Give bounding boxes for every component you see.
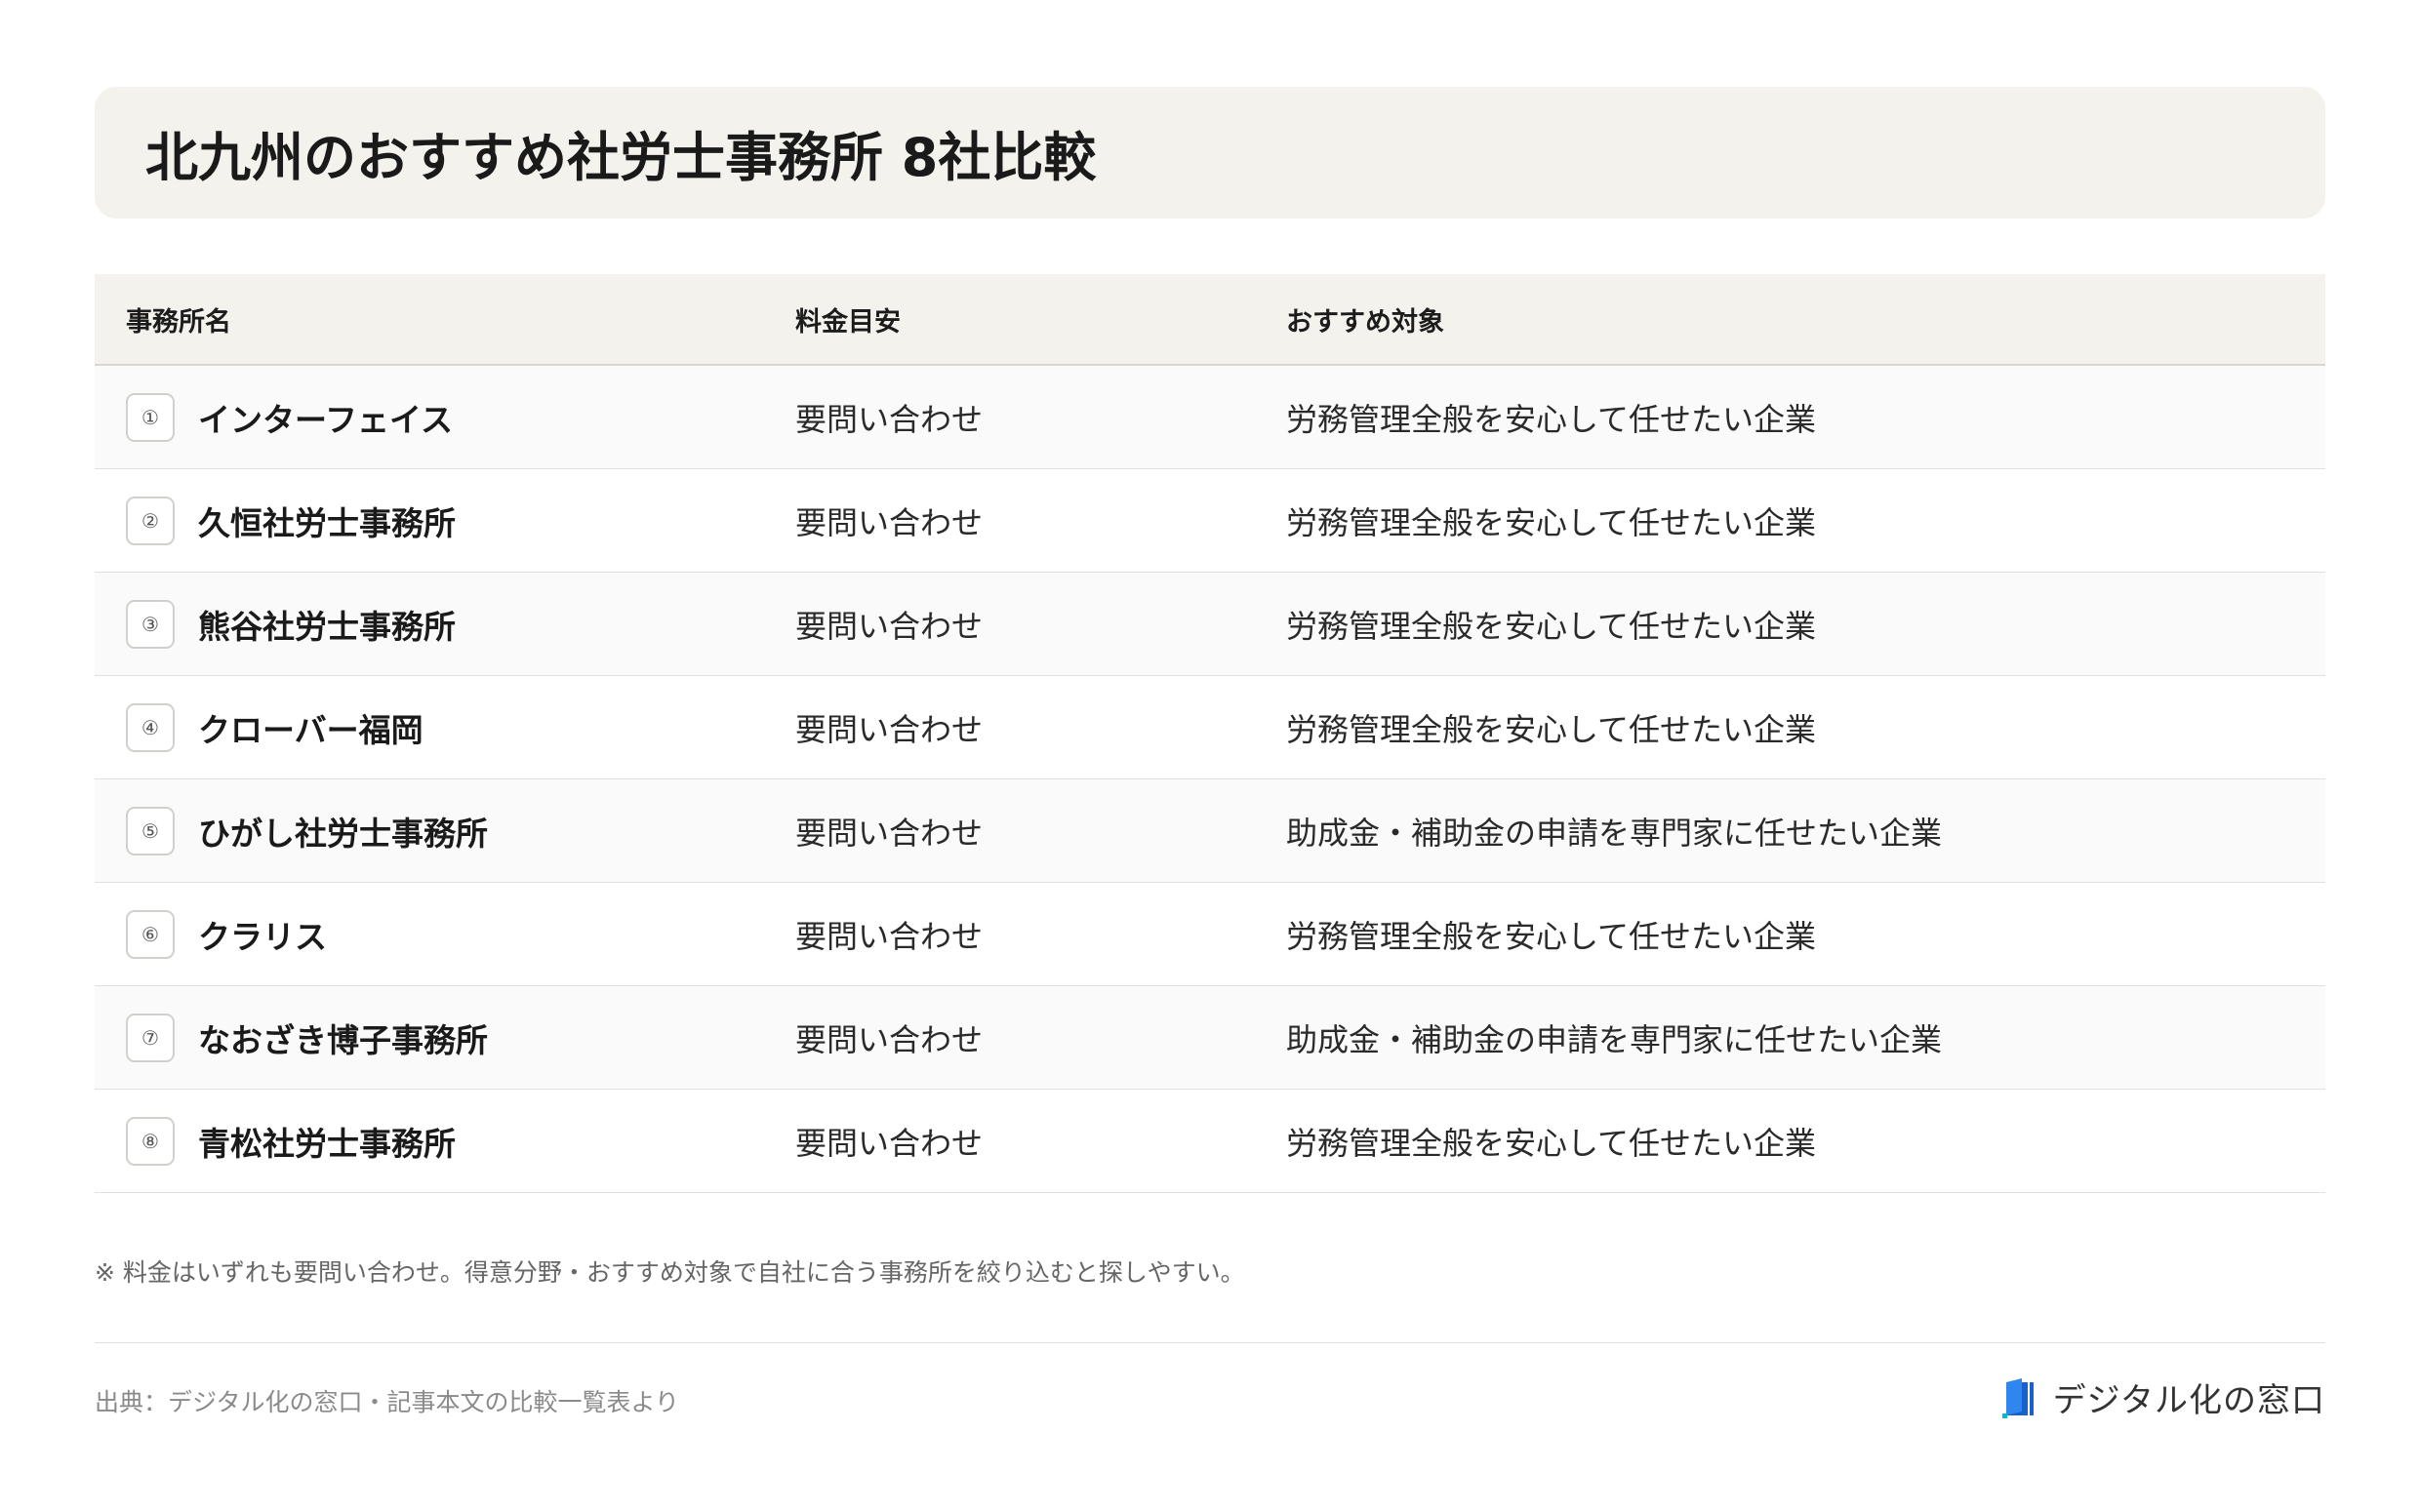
row-number-badge: ⑤ <box>126 806 175 855</box>
footer-divider <box>95 1342 2325 1343</box>
table-row: ① インターフェイス 要問い合わせ 労務管理全般を安心して任せたい企業 <box>95 366 2325 469</box>
table-row: ② 久恒社労士事務所 要問い合わせ 労務管理全般を安心して任せたい企業 <box>95 469 2325 573</box>
table-row: ⑥ クラリス 要問い合わせ 労務管理全般を安心して任せたい企業 <box>95 883 2325 986</box>
table-row: ⑦ なおざき博子事務所 要問い合わせ 助成金・補助金の申請を専門家に任せたい企業 <box>95 986 2325 1090</box>
target-cell: 労務管理全般を安心して任せたい企業 <box>1286 710 1817 748</box>
header-target: おすすめ対象 <box>1286 306 1444 338</box>
fee-cell: 要問い合わせ <box>795 1020 984 1058</box>
target-cell: 労務管理全般を安心して任せたい企業 <box>1286 400 1817 438</box>
fee-cell: 要問い合わせ <box>795 503 984 541</box>
row-number-badge: ⑧ <box>126 1116 175 1166</box>
fee-cell: 要問い合わせ <box>795 917 984 955</box>
row-number-badge: ② <box>126 496 175 545</box>
row-number-badge: ① <box>126 392 175 442</box>
table-row: ⑤ ひがし社労士事務所 要問い合わせ 助成金・補助金の申請を専門家に任せたい企業 <box>95 779 2325 883</box>
row-number-badge: ④ <box>126 702 175 752</box>
office-name: なおざき博子事務所 <box>198 1020 488 1059</box>
table-row: ③ 熊谷社労士事務所 要問い合わせ 労務管理全般を安心して任せたい企業 <box>95 573 2325 676</box>
target-cell: 労務管理全般を安心して任せたい企業 <box>1286 607 1817 645</box>
header-name: 事務所名 <box>126 306 231 338</box>
office-name: クラリス <box>198 917 327 956</box>
office-name: 熊谷社労士事務所 <box>198 607 456 646</box>
target-cell: 労務管理全般を安心して任せたい企業 <box>1286 503 1817 541</box>
fee-cell: 要問い合わせ <box>795 607 984 645</box>
fee-cell: 要問い合わせ <box>795 400 984 438</box>
row-number-badge: ⑦ <box>126 1013 175 1062</box>
fee-cell: 要問い合わせ <box>795 1124 984 1162</box>
table-row: ⑧ 青松社労士事務所 要問い合わせ 労務管理全般を安心して任せたい企業 <box>95 1090 2325 1193</box>
target-cell: 労務管理全般を安心して任せたい企業 <box>1286 1124 1817 1162</box>
target-cell: 労務管理全般を安心して任せたい企業 <box>1286 917 1817 955</box>
office-name: 青松社労士事務所 <box>198 1124 456 1163</box>
page-title: 北九州のおすすめ社労士事務所 8社比較 <box>145 127 1097 188</box>
source-credit: 出典：デジタル化の窓口・記事本文の比較一覧表より <box>95 1388 680 1416</box>
target-cell: 助成金・補助金の申請を専門家に任せたい企業 <box>1286 1020 1943 1058</box>
header-fee: 料金目安 <box>795 306 901 338</box>
logo-text: デジタル化の窓口 <box>2052 1381 2325 1420</box>
table-header: 事務所名 料金目安 おすすめ対象 <box>95 274 2325 366</box>
office-name: ひがし社労士事務所 <box>198 814 488 853</box>
title-banner: 北九州のおすすめ社労士事務所 8社比較 <box>95 87 2325 219</box>
fee-cell: 要問い合わせ <box>795 710 984 748</box>
footnote: ※ 料金はいずれも要問い合わせ。得意分野・おすすめ対象で自社に合う事務所を絞り込… <box>95 1258 1245 1287</box>
row-number-badge: ⑥ <box>126 909 175 959</box>
table-row: ④ クローバー福岡 要問い合わせ 労務管理全般を安心して任せたい企業 <box>95 676 2325 779</box>
brand-logo: デジタル化の窓口 <box>2001 1373 2325 1421</box>
target-cell: 助成金・補助金の申請を専門家に任せたい企業 <box>1286 814 1943 852</box>
fee-cell: 要問い合わせ <box>795 814 984 852</box>
office-name: インターフェイス <box>198 400 454 439</box>
door-logo-icon <box>2001 1377 2034 1418</box>
office-name: クローバー福岡 <box>198 710 424 749</box>
row-number-badge: ③ <box>126 599 175 649</box>
office-name: 久恒社労士事務所 <box>198 503 456 542</box>
comparison-table: 事務所名 料金目安 おすすめ対象 ① インターフェイス 要問い合わせ 労務管理全… <box>95 274 2325 1193</box>
